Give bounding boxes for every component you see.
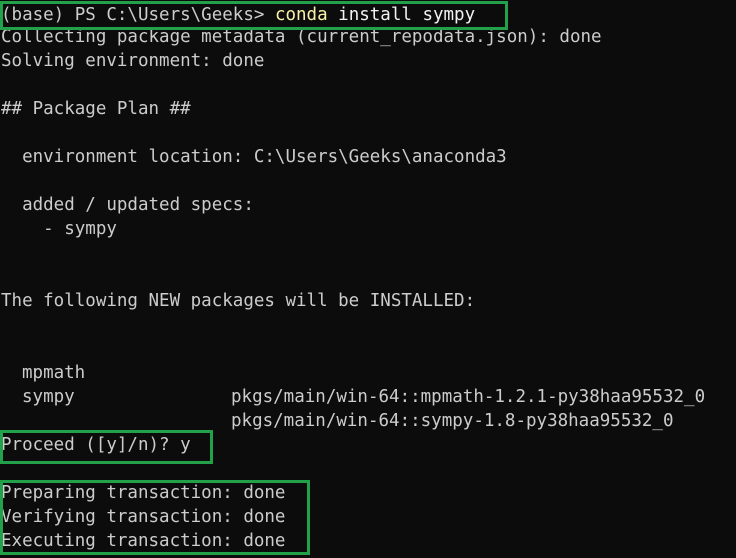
transaction-highlight-box <box>0 480 310 555</box>
package-path: pkgs/main/win-64::sympy-1.8-py38haa95532… <box>231 411 674 431</box>
env-location-line: environment location: C:\Users\Geeks\ana… <box>1 147 507 167</box>
plan-header: ## Package Plan ## <box>1 99 191 119</box>
specs-header: added / updated specs: <box>1 195 254 215</box>
package-row: mpmath pkgs/main/win-64::mpmath-1.2.1-py… <box>0 337 736 407</box>
new-packages-header: The following NEW packages will be INSTA… <box>1 291 476 311</box>
package-row: sympy pkgs/main/win-64::sympy-1.8-py38ha… <box>0 361 736 431</box>
solving-line: Solving environment: done <box>1 51 265 71</box>
spec-item: - sympy <box>1 219 117 239</box>
terminal-window[interactable]: (base) PS C:\Users\Geeks> conda install … <box>0 0 736 558</box>
proceed-highlight-box <box>0 430 213 464</box>
package-path: pkgs/main/win-64::mpmath-1.2.1-py38haa95… <box>231 387 706 407</box>
package-name: sympy <box>22 387 75 407</box>
command-highlight-box <box>0 1 508 30</box>
